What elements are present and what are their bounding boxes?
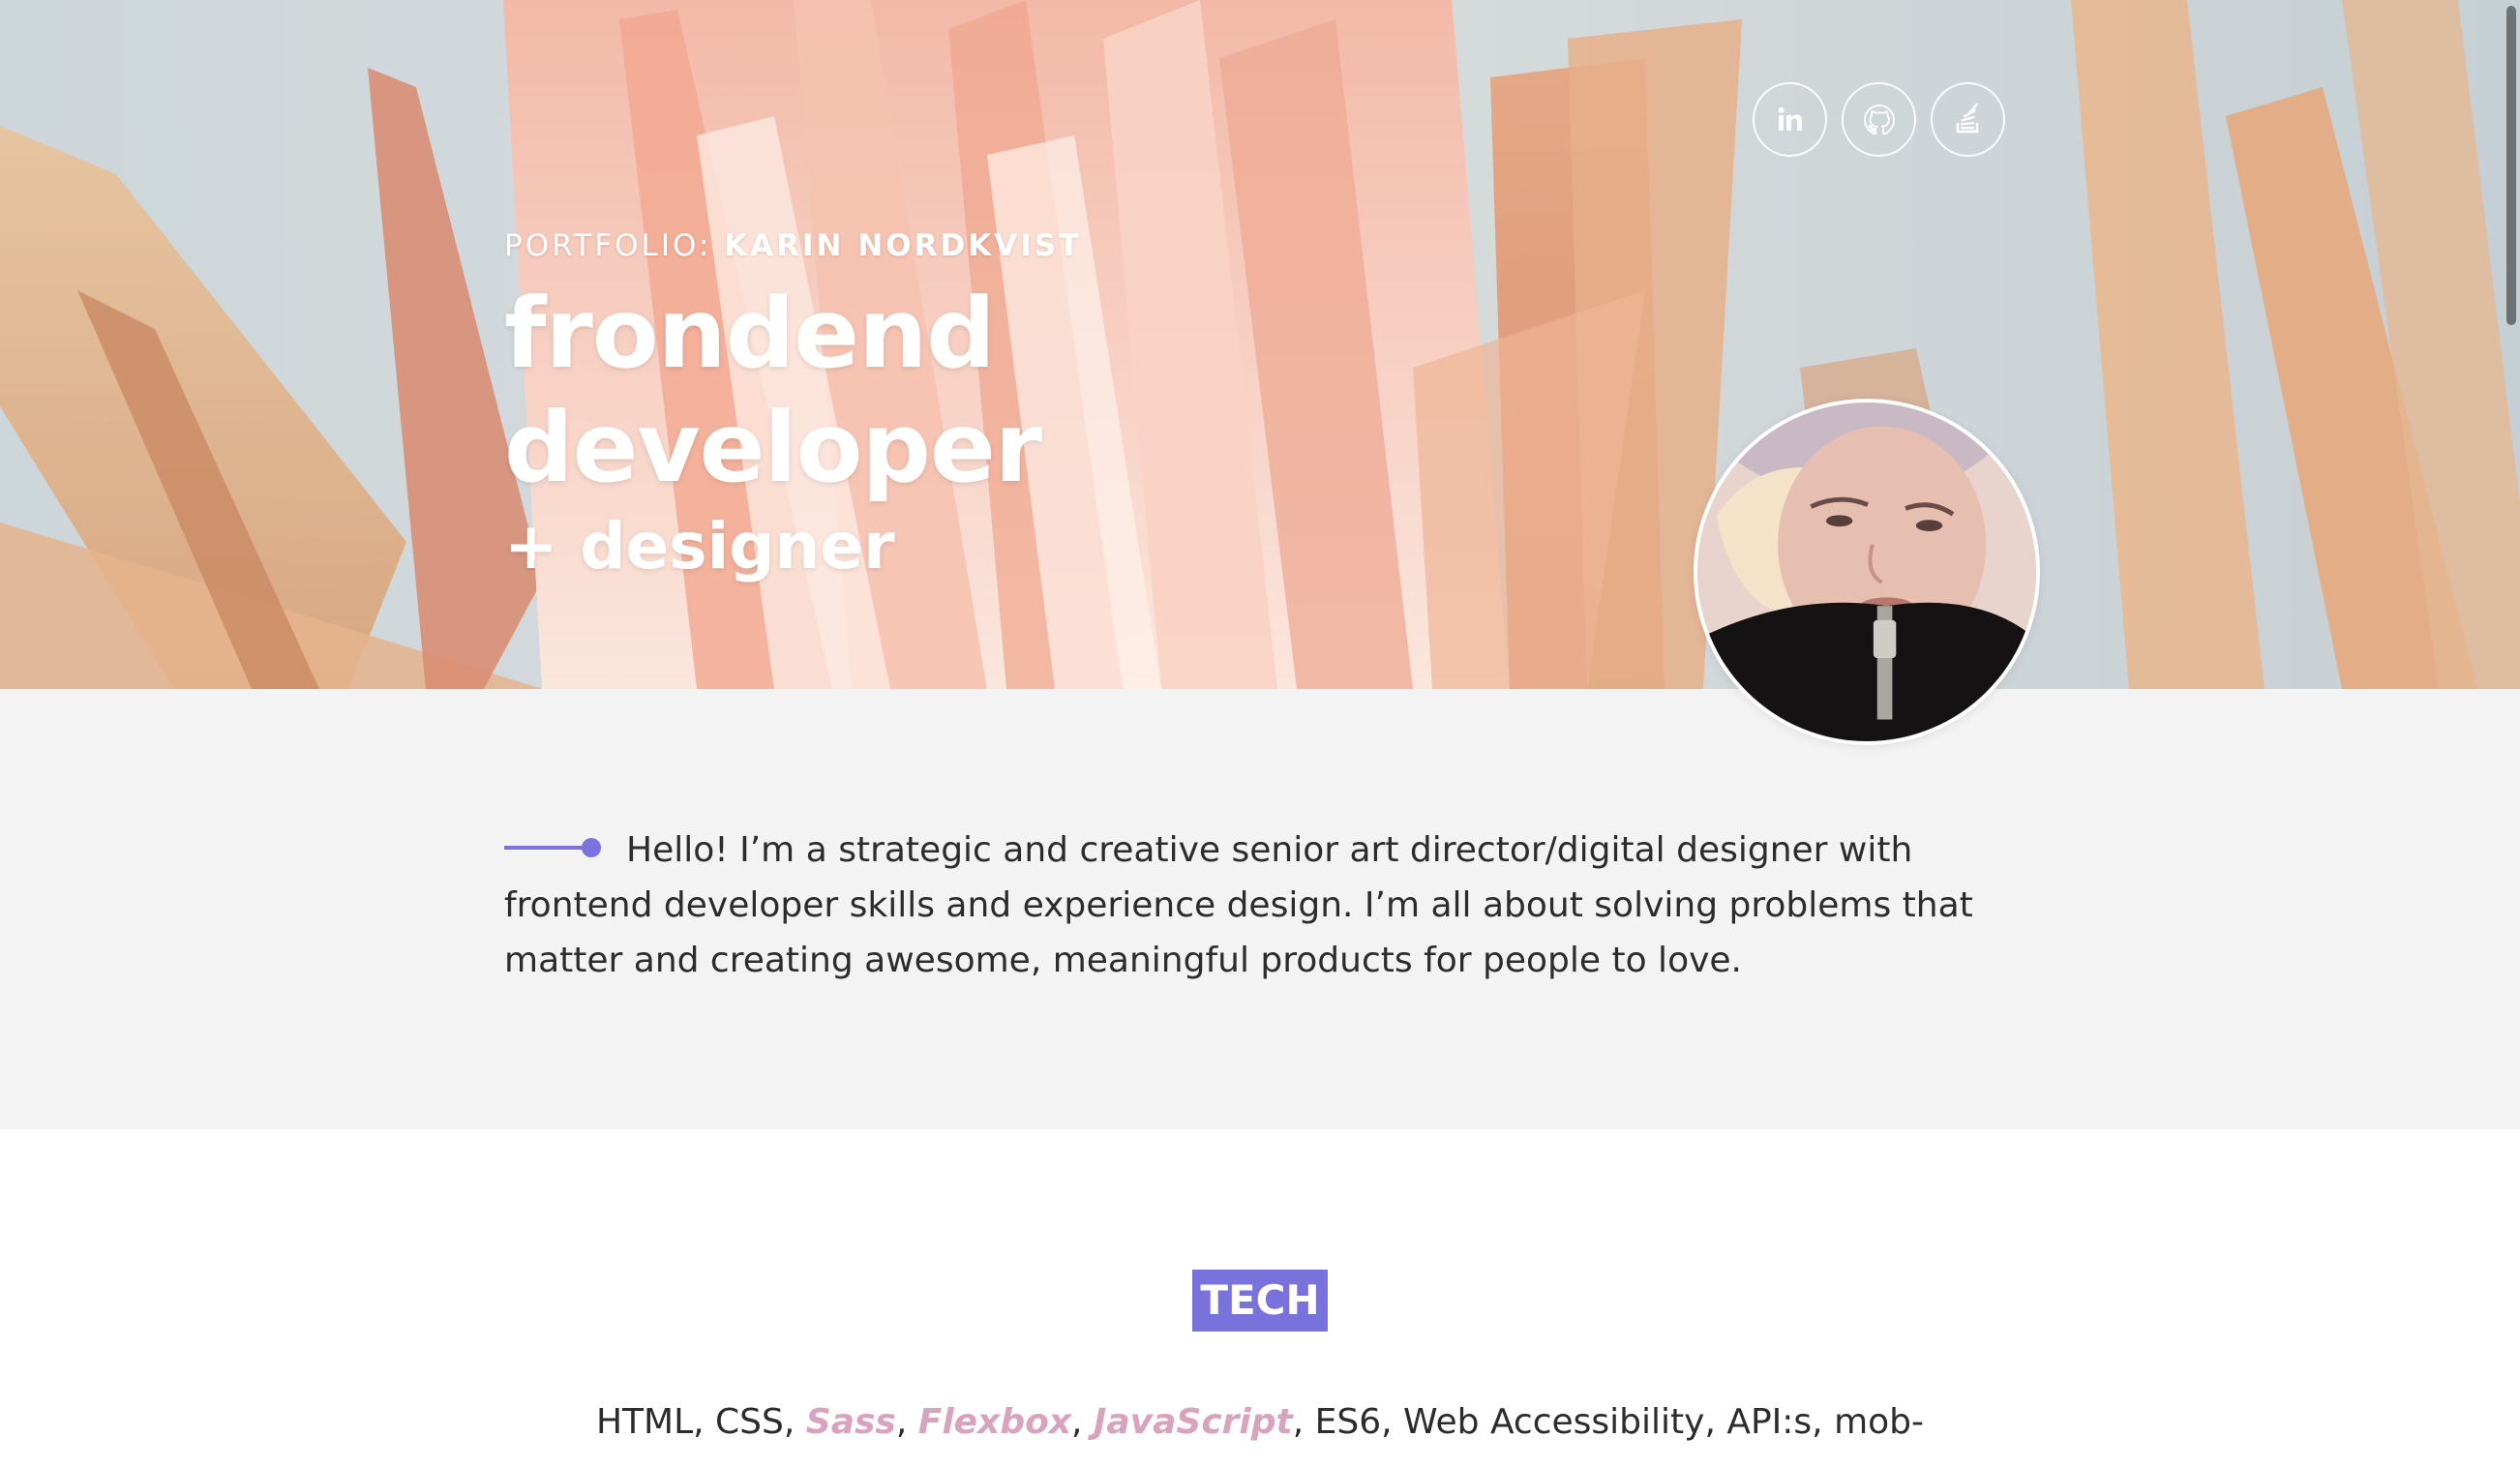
title-line-2: developer xyxy=(504,391,1042,504)
portfolio-page: PORTFOLIO: KARIN NORDKVIST frondend deve… xyxy=(0,0,2520,1467)
github-icon xyxy=(1863,104,1895,135)
intro-section: Hello! I’m a strategic and creative seni… xyxy=(0,689,2520,1129)
profile-photo xyxy=(1697,403,2036,741)
tech-sep-2: , xyxy=(1071,1402,1094,1442)
hero-banner: PORTFOLIO: KARIN NORDKVIST frondend deve… xyxy=(0,0,2520,689)
kicker-prefix: PORTFOLIO: xyxy=(504,228,712,263)
hero-heading-block: PORTFOLIO: KARIN NORDKVIST frondend deve… xyxy=(504,228,1082,584)
tech-sep-1: , xyxy=(895,1402,918,1442)
intro-decoration-line xyxy=(504,836,601,859)
tech-sass: Sass xyxy=(805,1402,896,1442)
tech-rest: , ES6, Web Accessibility, API:s, mob- xyxy=(1292,1402,1925,1442)
intro-paragraph: Hello! I’m a strategic and creative seni… xyxy=(504,823,1975,988)
page-title: frondend developer xyxy=(504,277,1082,505)
linkedin-icon xyxy=(1778,106,1802,131)
hero-background-image xyxy=(0,0,2520,689)
scrollbar-thumb[interactable] xyxy=(2506,6,2516,325)
social-links xyxy=(1753,82,2005,157)
tech-heading: TECH xyxy=(1192,1270,1328,1332)
portfolio-kicker: PORTFOLIO: KARIN NORDKVIST xyxy=(504,228,1082,263)
portfolio-owner-name: KARIN NORDKVIST xyxy=(724,228,1083,263)
stackoverflow-icon xyxy=(1956,102,1979,133)
tech-flexbox: Flexbox xyxy=(917,1402,1072,1442)
linkedin-link[interactable] xyxy=(1753,82,1827,157)
intro-text: Hello! I’m a strategic and creative seni… xyxy=(504,830,1973,980)
vertical-scrollbar[interactable] xyxy=(2501,0,2520,1467)
profile-photo-avatar xyxy=(1694,399,2040,745)
github-link[interactable] xyxy=(1842,82,1916,157)
tech-javascript: JavaScript xyxy=(1093,1402,1293,1442)
stackoverflow-link[interactable] xyxy=(1931,82,2005,157)
tech-html-css: HTML, CSS, xyxy=(595,1402,806,1442)
page-subtitle: + designer xyxy=(504,509,895,584)
tech-list: HTML, CSS, Sass, Flexbox, JavaScript, ES… xyxy=(0,1393,2520,1452)
tech-section: TECH HTML, CSS, Sass, Flexbox, JavaScrip… xyxy=(0,1129,2520,1467)
title-line-1: frondend xyxy=(504,277,996,390)
